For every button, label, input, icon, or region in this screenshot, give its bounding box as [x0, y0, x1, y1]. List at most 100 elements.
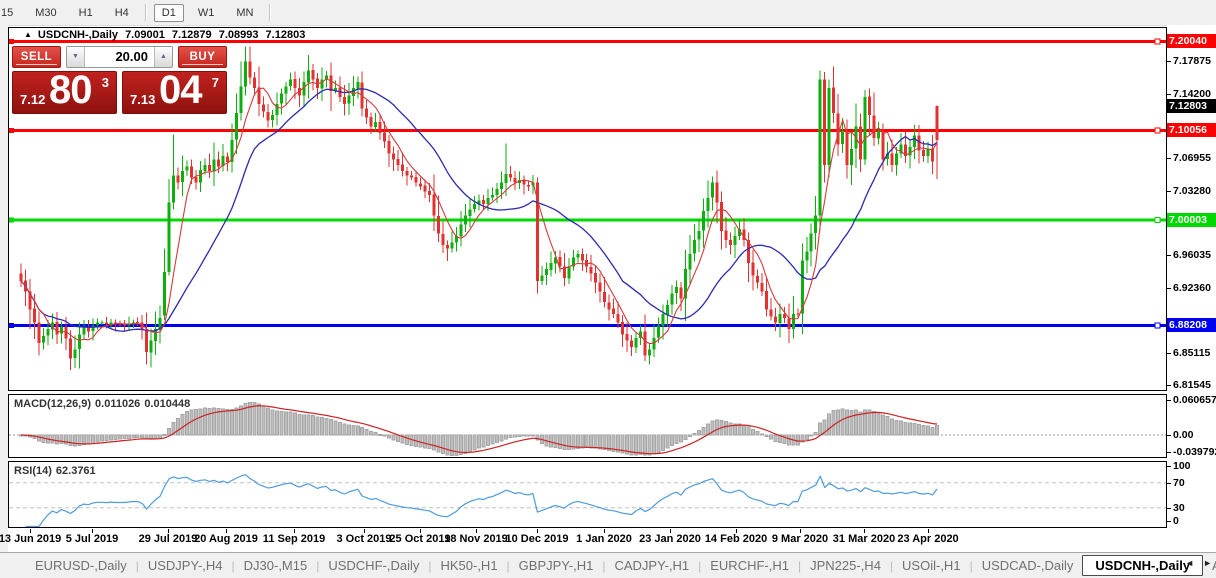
rsi-tick-mark [1167, 482, 1171, 484]
chart-tab-usdcad-daily[interactable]: USDCAD-,Daily [973, 555, 1083, 576]
buy-button-underline [182, 64, 223, 65]
collapse-panel-icon[interactable]: ▲ [24, 30, 32, 39]
tab-scroll-left-button[interactable]: ◄ [1185, 558, 1194, 568]
ohlc-low: 7.08993 [218, 29, 259, 41]
sell-price-tile[interactable]: 7.12 80 3 [12, 71, 117, 114]
price-badge-7.12803: 7.12803 [1167, 98, 1216, 113]
timeframe-button-15[interactable]: 15 [0, 4, 21, 22]
time-axis-label: 1 Jan 2020 [576, 533, 632, 545]
chart-tab-cadjpy-h1[interactable]: CADJPY-,H1 [605, 555, 698, 576]
price-tick-label: 7.06955 [1173, 152, 1211, 165]
chart-symbol-label: USDCNH-,Daily [37, 29, 118, 41]
volume-input[interactable]: 20.00 [85, 47, 154, 67]
price-tick-mark [1167, 255, 1171, 257]
macd-axis-label: 0.00 [1173, 429, 1194, 441]
timeframe-button-MN[interactable]: MN [228, 4, 261, 22]
buy-price-tile[interactable]: 7.13 04 7 [122, 71, 227, 114]
price-tick-label: 6.81545 [1173, 378, 1211, 391]
rsi-tick-mark [1167, 466, 1171, 467]
price-axis[interactable]: 7.17875 7.14200 7.06955 7.03280 6.96035 6.923… [1167, 25, 1216, 552]
price-tick-mark [1167, 158, 1171, 160]
time-axis-label: 25 Oct 2019 [389, 533, 451, 545]
time-axis-label: 11 Sep 2019 [262, 533, 326, 545]
time-axis-label: 31 Mar 2020 [832, 533, 896, 545]
macd-axis-label: 0.060657 [1173, 394, 1216, 406]
toolbar-separator [144, 4, 146, 21]
time-axis-label: 18 Nov 2019 [444, 533, 508, 545]
time-axis-label: 13 Jun 2019 [0, 533, 62, 545]
price-badge-7.00003: 7.00003 [1167, 213, 1216, 228]
volume-decrease-button[interactable]: ▼ [67, 47, 85, 67]
chart-tab-jpn225-h4[interactable]: JPN225-,H4 [801, 555, 890, 576]
time-axis[interactable]: 13 Jun 2019 5 Jul 2019 29 Jul 2019 20 Aug 2… [0, 529, 1167, 551]
chart-tab-dj30-m15[interactable]: DJ30-,M15 [235, 555, 317, 576]
macd-axis-label: -0.039792 [1173, 446, 1216, 458]
horizontal-line-6.88208[interactable] [9, 322, 1166, 329]
ohlc-close: 7.12803 [265, 29, 306, 41]
chart-title: ▲ USDCNH-,Daily 7.09001 7.12879 7.08993 7… [24, 29, 309, 41]
tab-scroll-arrows: ◄ ► [1185, 558, 1212, 568]
chart-tab-usdjpy-h4[interactable]: USDJPY-,H4 [139, 555, 232, 576]
price-tick-label: 7.03280 [1173, 184, 1211, 197]
time-axis-label: 23 Jan 2020 [639, 533, 701, 545]
price-tick-mark [1167, 93, 1171, 95]
price-tick-mark [1167, 190, 1171, 192]
timeframe-button-H4[interactable]: H4 [107, 4, 137, 22]
timeframe-button-D1[interactable]: D1 [153, 3, 184, 22]
rsi-label: RSI(14) 62.3761 [14, 465, 96, 477]
rsi-chart[interactable] [9, 462, 1166, 527]
volume-stepper: ▼ 20.00 ▲ [66, 46, 173, 68]
macd-histogram [19, 401, 939, 457]
sell-price-big: 80 [49, 71, 92, 112]
macd-tick-mark [1167, 400, 1171, 401]
buy-button[interactable]: BUY [178, 46, 227, 68]
chart-tab-bar: EURUSD-,Daily | USDJPY-,H4 | DJ30-,M15 | USDCH… [0, 552, 1216, 578]
time-axis-label: 20 Aug 2019 [194, 533, 258, 545]
time-axis-label: 9 Mar 2020 [771, 533, 829, 545]
chart-tab-usoil-h1[interactable]: USOil-,H1 [893, 555, 970, 576]
time-axis-label: 14 Feb 2020 [704, 533, 768, 545]
volume-increase-button[interactable]: ▲ [154, 47, 172, 67]
toolbar-separator [269, 4, 271, 21]
macd-label: MACD(12,26,9) 0.011026 0.010448 [14, 398, 191, 410]
chart-tab-gbpjpy-h1[interactable]: GBPJPY-,H1 [510, 555, 603, 576]
rsi-tick-mark [1167, 521, 1171, 522]
ma-fast-line [20, 78, 938, 345]
trading-platform-window: 15 M30 H1 H4 D1 W1 MN ▲ USDCNH-,Daily 7.09001 7… [0, 0, 1216, 578]
sell-button-underline [16, 64, 57, 65]
price-tick-label: 6.92360 [1173, 282, 1211, 295]
timeframe-button-H1[interactable]: H1 [71, 4, 101, 22]
price-badge-6.88208: 6.88208 [1167, 318, 1216, 333]
macd-tick-mark [1167, 435, 1171, 436]
sell-price-sup: 3 [101, 75, 109, 90]
horizontal-line-7.10056[interactable] [9, 127, 1166, 134]
timeframe-button-M30[interactable]: M30 [27, 4, 64, 22]
macd-indicator-pane[interactable]: MACD(12,26,9) 0.011026 0.010448 [8, 394, 1167, 458]
price-tick-mark [1167, 288, 1171, 290]
one-click-trade-panel: SELL ▼ 20.00 ▲ BUY 7.12 80 3 7.13 04 7 [12, 46, 227, 114]
time-axis-label: 29 Jul 2019 [138, 533, 198, 545]
sell-price-prefix: 7.12 [20, 92, 46, 107]
timeframe-button-W1[interactable]: W1 [190, 4, 223, 22]
tab-scroll-right-button[interactable]: ► [1203, 558, 1212, 568]
price-tick-mark [1167, 352, 1171, 354]
ohlc-open: 7.09001 [125, 29, 165, 41]
time-axis-label: 10 Dec 2019 [505, 533, 569, 545]
rsi-tick-mark [1167, 507, 1171, 509]
price-tick-mark [1167, 60, 1171, 62]
price-tick-label: 7.14200 [1173, 87, 1211, 100]
macd-tick-mark [1167, 452, 1171, 453]
price-tick-label: 7.17875 [1173, 54, 1211, 67]
price-badge-7.10056: 7.10056 [1167, 123, 1216, 138]
chart-tab-eurchf-h1[interactable]: EURCHF-,H1 [701, 555, 798, 576]
price-tick-label: 6.96035 [1173, 249, 1211, 262]
price-tick-mark [1167, 384, 1171, 386]
sell-button[interactable]: SELL [12, 46, 61, 68]
rsi-indicator-pane[interactable]: RSI(14) 62.3761 [8, 461, 1167, 528]
chart-tab-eurusd-daily[interactable]: EURUSD-,Daily [26, 555, 136, 576]
price-tick-label: 6.85115 [1173, 346, 1211, 359]
window-left-border [0, 25, 8, 552]
chart-tab-hk50-h1[interactable]: HK50-,H1 [431, 555, 506, 576]
chart-tab-usdchf-daily[interactable]: USDCHF-,Daily [319, 555, 428, 576]
rsi-axis-label: 70 [1173, 476, 1185, 489]
